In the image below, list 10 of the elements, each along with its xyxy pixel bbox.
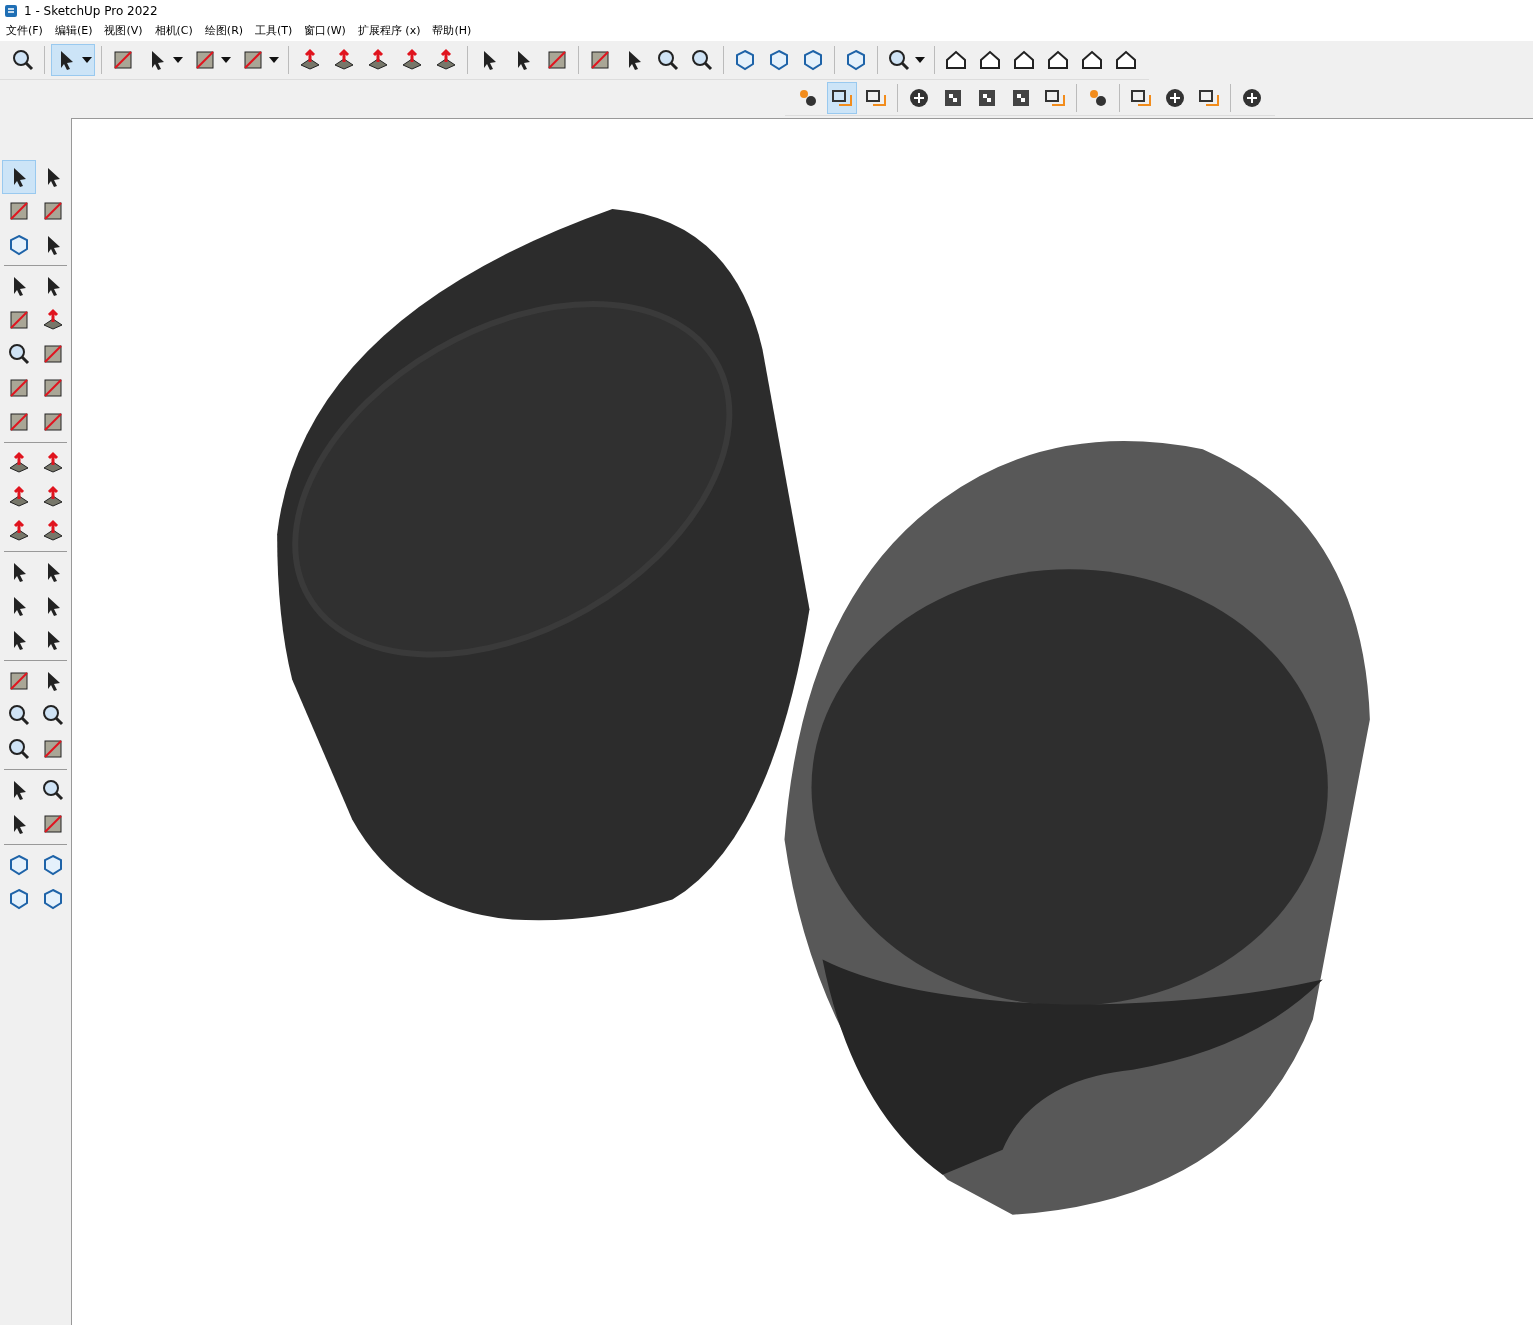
menu-item[interactable]: 视图(V) [104, 23, 143, 39]
menu-item[interactable]: 帮助(H) [432, 23, 472, 39]
menu-item[interactable]: 文件(F) [6, 23, 43, 39]
menu-item[interactable]: 窗口(W) [304, 23, 346, 39]
menu-item[interactable]: 相机(C) [154, 23, 193, 39]
menu-item[interactable]: 扩展程序 (x) [357, 23, 421, 39]
menu-item[interactable]: 工具(T) [255, 23, 293, 39]
window-title: 1 - SketchUp Pro 2022 [24, 3, 158, 18]
menu-item[interactable]: 绘图(R) [204, 23, 244, 39]
menu-item[interactable]: 编辑(E) [54, 23, 93, 39]
